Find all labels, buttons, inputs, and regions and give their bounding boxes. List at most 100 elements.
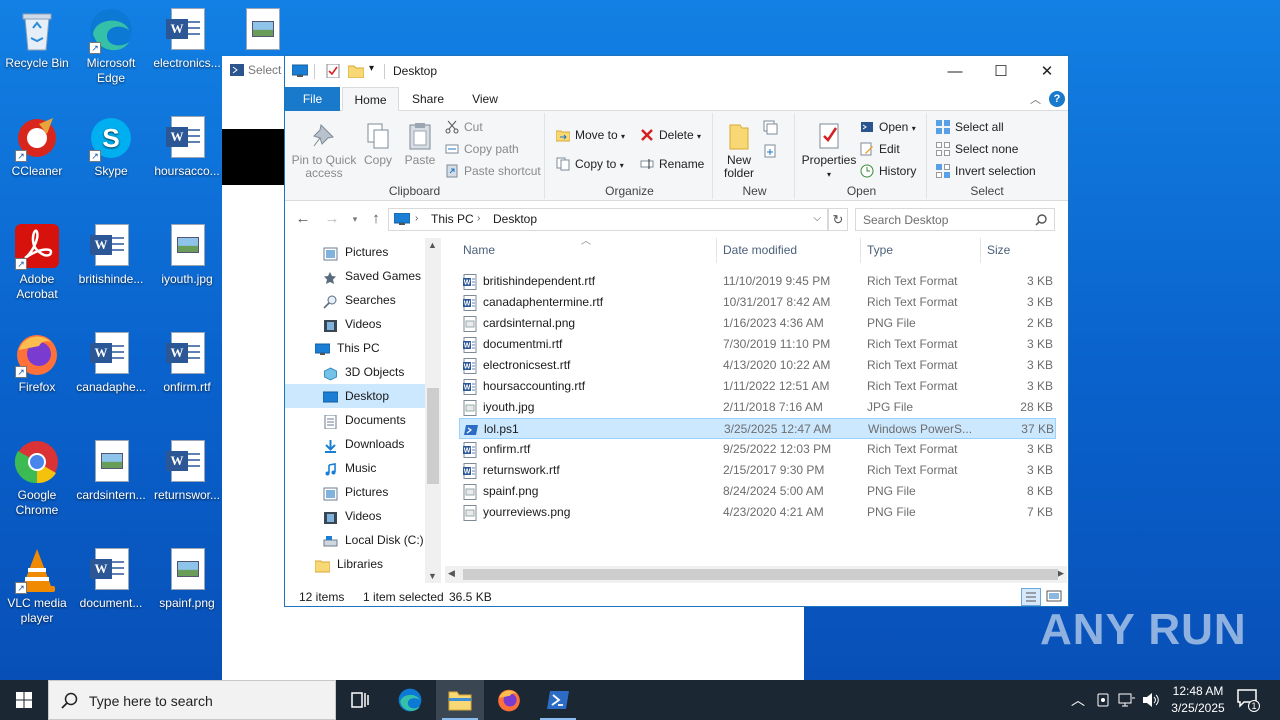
desktop-icon-iyouth[interactable]: iyouth.jpg (150, 222, 224, 287)
nav-item-documents[interactable]: Documents (285, 408, 425, 432)
copy-button[interactable]: Copy (359, 121, 397, 167)
nav-item-libraries[interactable]: Libraries (285, 552, 425, 576)
copy-path-button[interactable]: Copy path (444, 139, 519, 159)
help-icon[interactable]: ? (1049, 91, 1065, 107)
nav-item-videos[interactable]: Videos (285, 312, 425, 336)
file-row[interactable]: spainf.png 8/24/2024 5:00 AM PNG File 8 KB (459, 481, 1056, 502)
new-folder-button[interactable]: New folder (717, 121, 761, 180)
search-box[interactable]: Search Desktop (855, 208, 1055, 231)
properties-button[interactable]: Properties ▾ (801, 121, 857, 181)
tab-view[interactable]: View (463, 87, 507, 111)
taskbar-search-box[interactable]: Type here to search (48, 680, 336, 720)
recent-locations-icon[interactable]: ▾ (345, 214, 365, 225)
back-arrow-icon[interactable]: ← (293, 210, 313, 227)
desktop-icon-vlc[interactable]: ↗ VLC media player (0, 546, 74, 626)
tab-home[interactable]: Home (342, 87, 399, 111)
close-button[interactable]: ✕ (1024, 56, 1068, 87)
task-view-button[interactable] (336, 680, 384, 720)
tab-file[interactable]: File (285, 87, 340, 111)
file-row[interactable]: yourreviews.png 4/23/2020 4:21 AM PNG File… (459, 502, 1056, 523)
taskbar-search-input[interactable]: Type here to search (89, 693, 213, 709)
file-row[interactable]: Wreturnswork.rtf 2/15/2017 9:30 PM Rich Te… (459, 460, 1056, 481)
nav-item-network[interactable]: Network (285, 576, 425, 583)
desktop-icon-returnswor[interactable]: W returnswor... (150, 438, 224, 503)
move-to-button[interactable]: Move to ▾ (555, 125, 625, 145)
file-row[interactable]: Wonfirm.rtf 9/25/2022 12:03 PM Rich Text F… (459, 439, 1056, 460)
column-header-type[interactable]: Type (861, 238, 981, 263)
scroll-up-arrow-icon[interactable]: ▲ (428, 240, 437, 250)
file-explorer-window[interactable]: ▾ Desktop — ☐ ✕ File Home Share View ︿ ?… (284, 55, 1069, 607)
nav-item-desktop[interactable]: Desktop (285, 384, 425, 408)
desktop-icon-firefox[interactable]: ↗ Firefox (0, 330, 74, 395)
file-row[interactable]: Welectronicsest.rtf 4/13/2020 10:22 AM Ric… (459, 355, 1056, 376)
nav-item-music[interactable]: Music (285, 456, 425, 480)
pin-to-quick-access-button[interactable]: Pin to Quick access (289, 121, 359, 180)
scroll-right-arrow-icon[interactable]: ▶ (1057, 568, 1064, 579)
show-hidden-icons-icon[interactable]: ︿ (1071, 690, 1085, 710)
select-none-button[interactable]: Select none (935, 139, 1018, 159)
address-dropdown-icon[interactable]: ⌵ (813, 213, 821, 224)
desktop-icon-ccleaner[interactable]: ↗ CCleaner (0, 114, 74, 179)
maximize-button[interactable]: ☐ (978, 56, 1024, 87)
start-button[interactable] (0, 680, 48, 720)
new-folder-icon[interactable] (348, 64, 364, 78)
taskbar-file-explorer[interactable] (436, 680, 484, 720)
new-item-icon[interactable] (763, 119, 781, 135)
taskbar-firefox[interactable] (485, 680, 533, 720)
column-header-date-modified[interactable]: Date modified (717, 238, 861, 263)
collapse-ribbon-icon[interactable]: ︿ (1030, 91, 1041, 107)
network-icon[interactable] (1118, 692, 1136, 708)
cut-button[interactable]: Cut (444, 117, 483, 137)
nav-scrollbar-thumb[interactable] (427, 388, 439, 484)
nav-item-pictures[interactable]: Pictures (285, 240, 425, 264)
minimize-button[interactable]: — (932, 56, 978, 87)
title-bar[interactable]: ▾ Desktop — ☐ ✕ (285, 56, 1068, 87)
scroll-left-arrow-icon[interactable]: ◀ (448, 568, 455, 579)
edit-button[interactable]: Edit (859, 139, 900, 159)
nav-item-3d-objects[interactable]: 3D Objects (285, 360, 425, 384)
file-row[interactable]: Wdocumentmi.rtf 7/30/2019 11:10 PM Rich Te… (459, 334, 1056, 355)
nav-item-videos[interactable]: Videos (285, 504, 425, 528)
customize-quick-access-icon[interactable]: ▾ (369, 63, 374, 74)
desktop-icon-microsoft-edge[interactable]: ↗ Microsoft Edge (74, 6, 148, 86)
device-icon[interactable] (1096, 692, 1110, 708)
volume-icon[interactable] (1142, 692, 1160, 708)
search-input[interactable]: Search Desktop (863, 213, 948, 227)
address-bar[interactable]: › This PC › Desktop ⌵ (388, 208, 828, 231)
column-header-size[interactable]: Size (981, 238, 1059, 263)
taskbar-edge[interactable] (386, 680, 434, 720)
action-center-button[interactable]: 1 (1236, 688, 1260, 712)
nav-item-local-disk-c[interactable]: Local Disk (C:) (285, 528, 425, 552)
large-icons-view-icon[interactable] (1045, 588, 1063, 606)
horizontal-scrollbar-thumb[interactable] (463, 569, 1058, 580)
nav-item-downloads[interactable]: Downloads (285, 432, 425, 456)
taskbar-powershell[interactable] (534, 680, 582, 720)
properties-check-icon[interactable] (325, 64, 341, 78)
desktop-icon-recycle-bin[interactable]: Recycle Bin (0, 6, 74, 71)
desktop-icon-spainf[interactable]: spainf.png (150, 546, 224, 611)
nav-item-pictures[interactable]: Pictures (285, 480, 425, 504)
file-row[interactable]: Whoursaccounting.rtf 1/11/2022 12:51 AM Ri… (459, 376, 1056, 397)
scroll-down-arrow-icon[interactable]: ▼ (428, 571, 437, 581)
nav-item-searches[interactable]: Searches (285, 288, 425, 312)
breadcrumb-desktop[interactable]: Desktop (493, 212, 537, 226)
details-view-icon[interactable] (1021, 588, 1041, 606)
column-header-name[interactable]: Name (457, 238, 717, 263)
desktop-icon-britishinde[interactable]: W britishinde... (74, 222, 148, 287)
desktop-icon-google-chrome[interactable]: Google Chrome (0, 438, 74, 518)
copy-to-button[interactable]: Copy to ▾ (555, 154, 624, 174)
nav-item-this-pc[interactable]: This PC (285, 336, 425, 360)
rename-button[interactable]: Rename (639, 154, 704, 174)
up-arrow-icon[interactable]: ↑ (366, 210, 386, 227)
desktop-icon-electronics[interactable]: W electronics... (150, 6, 224, 71)
easy-access-icon[interactable] (763, 143, 781, 159)
file-row[interactable]: Wcanadaphentermine.rtf 10/31/2017 8:42 AM… (459, 292, 1056, 313)
desktop-icon-onfirm[interactable]: W onfirm.rtf (150, 330, 224, 395)
desktop-icon-document[interactable]: W document... (74, 546, 148, 611)
invert-selection-button[interactable]: Invert selection (935, 161, 1036, 181)
desktop-icon-canadaphe[interactable]: W canadaphe... (74, 330, 148, 395)
paste-button[interactable]: Paste (400, 121, 440, 167)
file-row-selected[interactable]: lol.ps1 3/25/2025 12:47 AM Windows PowerS.… (459, 418, 1056, 439)
paste-shortcut-button[interactable]: Paste shortcut (444, 161, 541, 181)
desktop-icon-hidden-image[interactable] (225, 6, 299, 56)
